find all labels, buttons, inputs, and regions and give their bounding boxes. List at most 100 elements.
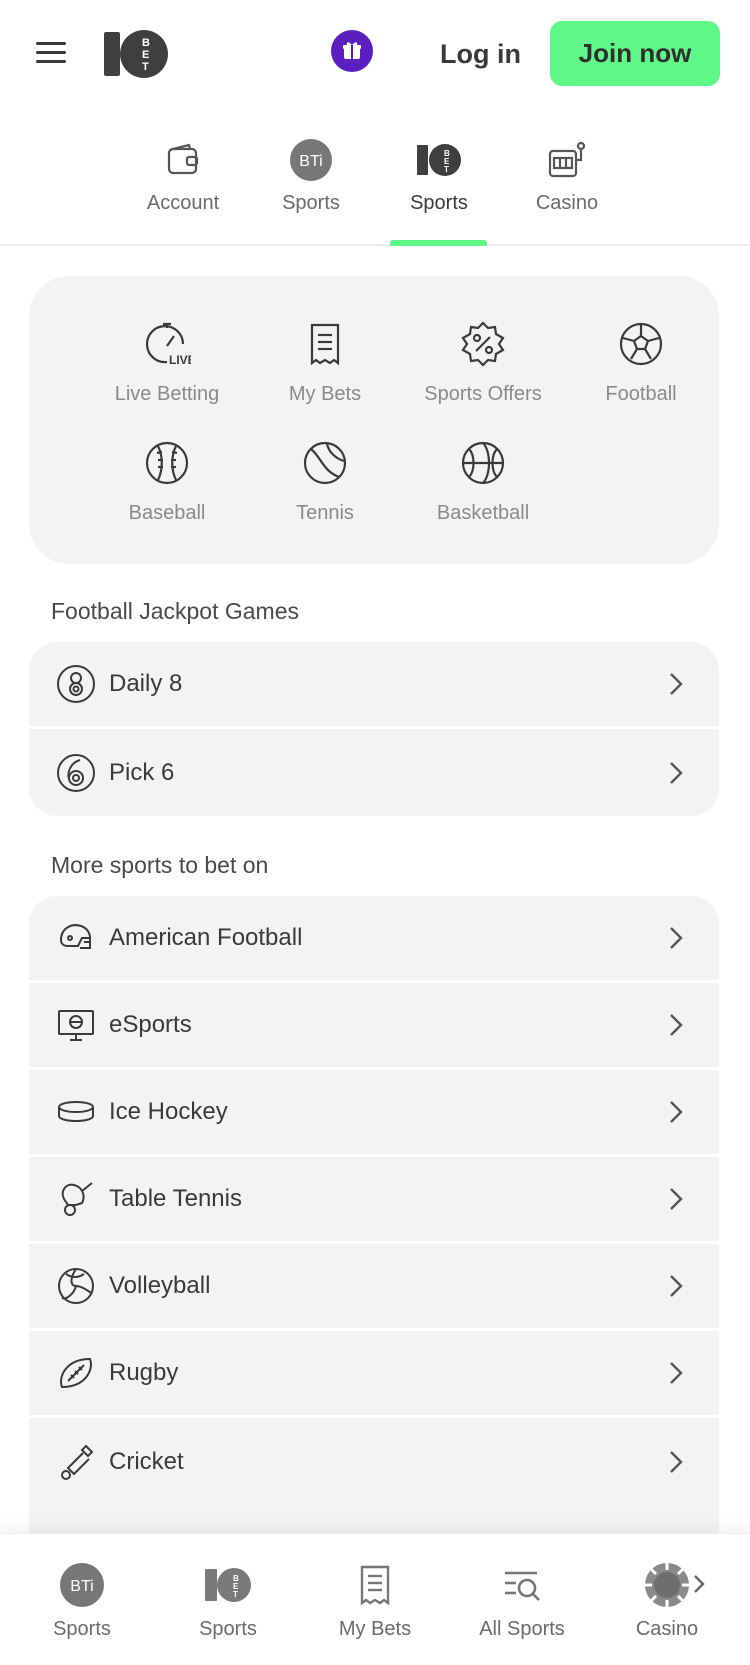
jackpot-list: Daily 8 Pick 6 [29, 642, 719, 816]
svg-text:T: T [142, 61, 149, 73]
chevron-right-icon [670, 927, 683, 949]
monitor-icon [58, 1010, 94, 1041]
quick-link-football[interactable]: Football [566, 320, 716, 406]
list-item-label: Rugby [109, 1359, 179, 1386]
list-item-cricket[interactable]: Cricket [29, 1418, 719, 1505]
list-item-ice-hockey[interactable]: Ice Hockey [29, 1070, 719, 1157]
chevron-right-icon [670, 673, 683, 695]
bottom-nav-my-bets[interactable]: My Bets [305, 1562, 445, 1641]
pick-6-icon [57, 753, 95, 792]
quick-links-card: LIVE Live Betting My Bets Sports Offers … [29, 276, 719, 564]
chevron-right-icon [670, 1188, 683, 1210]
bti-icon: BTi [59, 1562, 105, 1608]
basketball-icon [461, 441, 505, 485]
quick-link-sports-offers[interactable]: Sports Offers [408, 320, 558, 406]
bottom-nav-label: All Sports [479, 1618, 565, 1640]
rugby-ball-icon [60, 1357, 92, 1389]
jackpot-section-title: Football Jackpot Games [51, 598, 300, 624]
quick-link-live-betting[interactable]: LIVE Live Betting [92, 320, 242, 406]
bottom-nav-all-sports[interactable]: All Sports [452, 1562, 592, 1641]
chevron-right-icon [694, 1575, 705, 1593]
volleyball-icon [58, 1268, 94, 1304]
receipt-icon [310, 323, 340, 366]
join-now-button[interactable]: Join now [550, 21, 720, 86]
list-item-label: Volleyball [109, 1272, 211, 1299]
list-item-volleyball[interactable]: Volleyball [29, 1244, 719, 1331]
tennis-ball-icon [303, 441, 347, 485]
bottom-nav-label: Sports [199, 1618, 257, 1640]
list-item-american-football[interactable]: American Football [29, 896, 719, 983]
list-item-table-tennis[interactable]: Table Tennis [29, 1157, 719, 1244]
svg-text:BTi: BTi [70, 1578, 93, 1595]
svg-text:E: E [142, 49, 149, 61]
list-item-esports[interactable]: eSports [29, 983, 719, 1070]
paddle-icon [61, 1182, 93, 1216]
tab-label: Account [146, 192, 220, 214]
tab-casino[interactable]: Casino [512, 138, 622, 215]
login-button[interactable]: Log in [440, 36, 521, 72]
10bet-icon: BET [205, 1562, 251, 1608]
bottom-nav: BTi Sports BET Sports My Bets All Sports… [0, 1533, 750, 1665]
soccer-ball-icon [619, 322, 663, 366]
quick-link-basketball[interactable]: Basketball [408, 439, 558, 525]
list-item-label: Pick 6 [109, 758, 175, 786]
list-item-label: Cricket [109, 1447, 184, 1475]
quick-link-label: Live Betting [114, 383, 220, 405]
tab-sports-10bet[interactable]: BET Sports [384, 138, 494, 215]
slot-machine-icon [545, 138, 589, 182]
svg-text:B: B [142, 37, 150, 49]
active-tab-indicator [390, 240, 487, 246]
chevron-right-icon [670, 761, 683, 784]
bottom-nav-sports-10bet[interactable]: BET Sports [158, 1562, 298, 1641]
chip-icon [644, 1562, 690, 1608]
search-list-icon [499, 1562, 545, 1608]
chevron-right-icon [670, 1275, 683, 1297]
svg-text:T: T [444, 165, 449, 174]
quick-link-tennis[interactable]: Tennis [250, 439, 400, 525]
list-item-pick-6[interactable]: Pick 6 [29, 729, 719, 816]
10bet-logo[interactable]: B E T [104, 28, 170, 80]
list-item-label: Ice Hockey [109, 1098, 228, 1125]
list-item-rugby[interactable]: Rugby [29, 1331, 719, 1418]
quick-link-label: My Bets [288, 383, 362, 405]
tab-label: Sports [282, 192, 340, 214]
header: B E T Log in Join now [0, 0, 750, 110]
tab-label: Casino [535, 192, 599, 214]
quick-link-my-bets[interactable]: My Bets [250, 320, 400, 406]
tab-sports-bti[interactable]: BTi Sports [256, 138, 366, 215]
quick-link-label: Basketball [436, 502, 530, 524]
bti-icon: BTi [289, 138, 333, 182]
bottom-nav-casino[interactable]: Casino [597, 1562, 737, 1641]
svg-text:T: T [233, 1590, 238, 1599]
svg-text:BTi: BTi [299, 153, 322, 170]
tab-label: Sports [410, 192, 468, 214]
bottom-nav-sports-bti[interactable]: BTi Sports [12, 1562, 152, 1641]
chevron-right-icon [670, 1014, 683, 1036]
tab-account[interactable]: Account [128, 138, 238, 215]
helmet-icon [59, 924, 92, 949]
quick-link-label: Football [605, 383, 677, 405]
gift-icon[interactable] [331, 30, 373, 72]
bottom-nav-label: Casino [635, 1618, 699, 1640]
live-stopwatch-icon: LIVE [145, 322, 196, 367]
svg-text:LIVE: LIVE [169, 353, 191, 367]
top-tabs: Account BTi Sports BET Sports Casino [0, 130, 750, 246]
bottom-nav-label: My Bets [338, 1618, 412, 1640]
quick-link-label: Tennis [296, 502, 354, 524]
list-item-label: eSports [109, 1011, 192, 1038]
list-item-label: Daily 8 [109, 670, 183, 697]
list-item-label: American Football [109, 924, 303, 951]
daily-8-icon [57, 665, 95, 703]
receipt-icon [352, 1562, 398, 1608]
chevron-right-icon [670, 1101, 683, 1123]
list-item-daily-8[interactable]: Daily 8 [29, 642, 719, 729]
baseball-icon [145, 441, 189, 485]
menu-icon[interactable] [36, 42, 66, 66]
cricket-bat-icon [61, 1444, 94, 1480]
10bet-icon: BET [417, 138, 461, 182]
quick-link-baseball[interactable]: Baseball [92, 439, 242, 525]
quick-link-label: Sports Offers [424, 383, 542, 405]
chevron-right-icon [670, 1450, 683, 1473]
puck-icon [58, 1101, 94, 1123]
quick-link-label: Baseball [128, 502, 206, 524]
